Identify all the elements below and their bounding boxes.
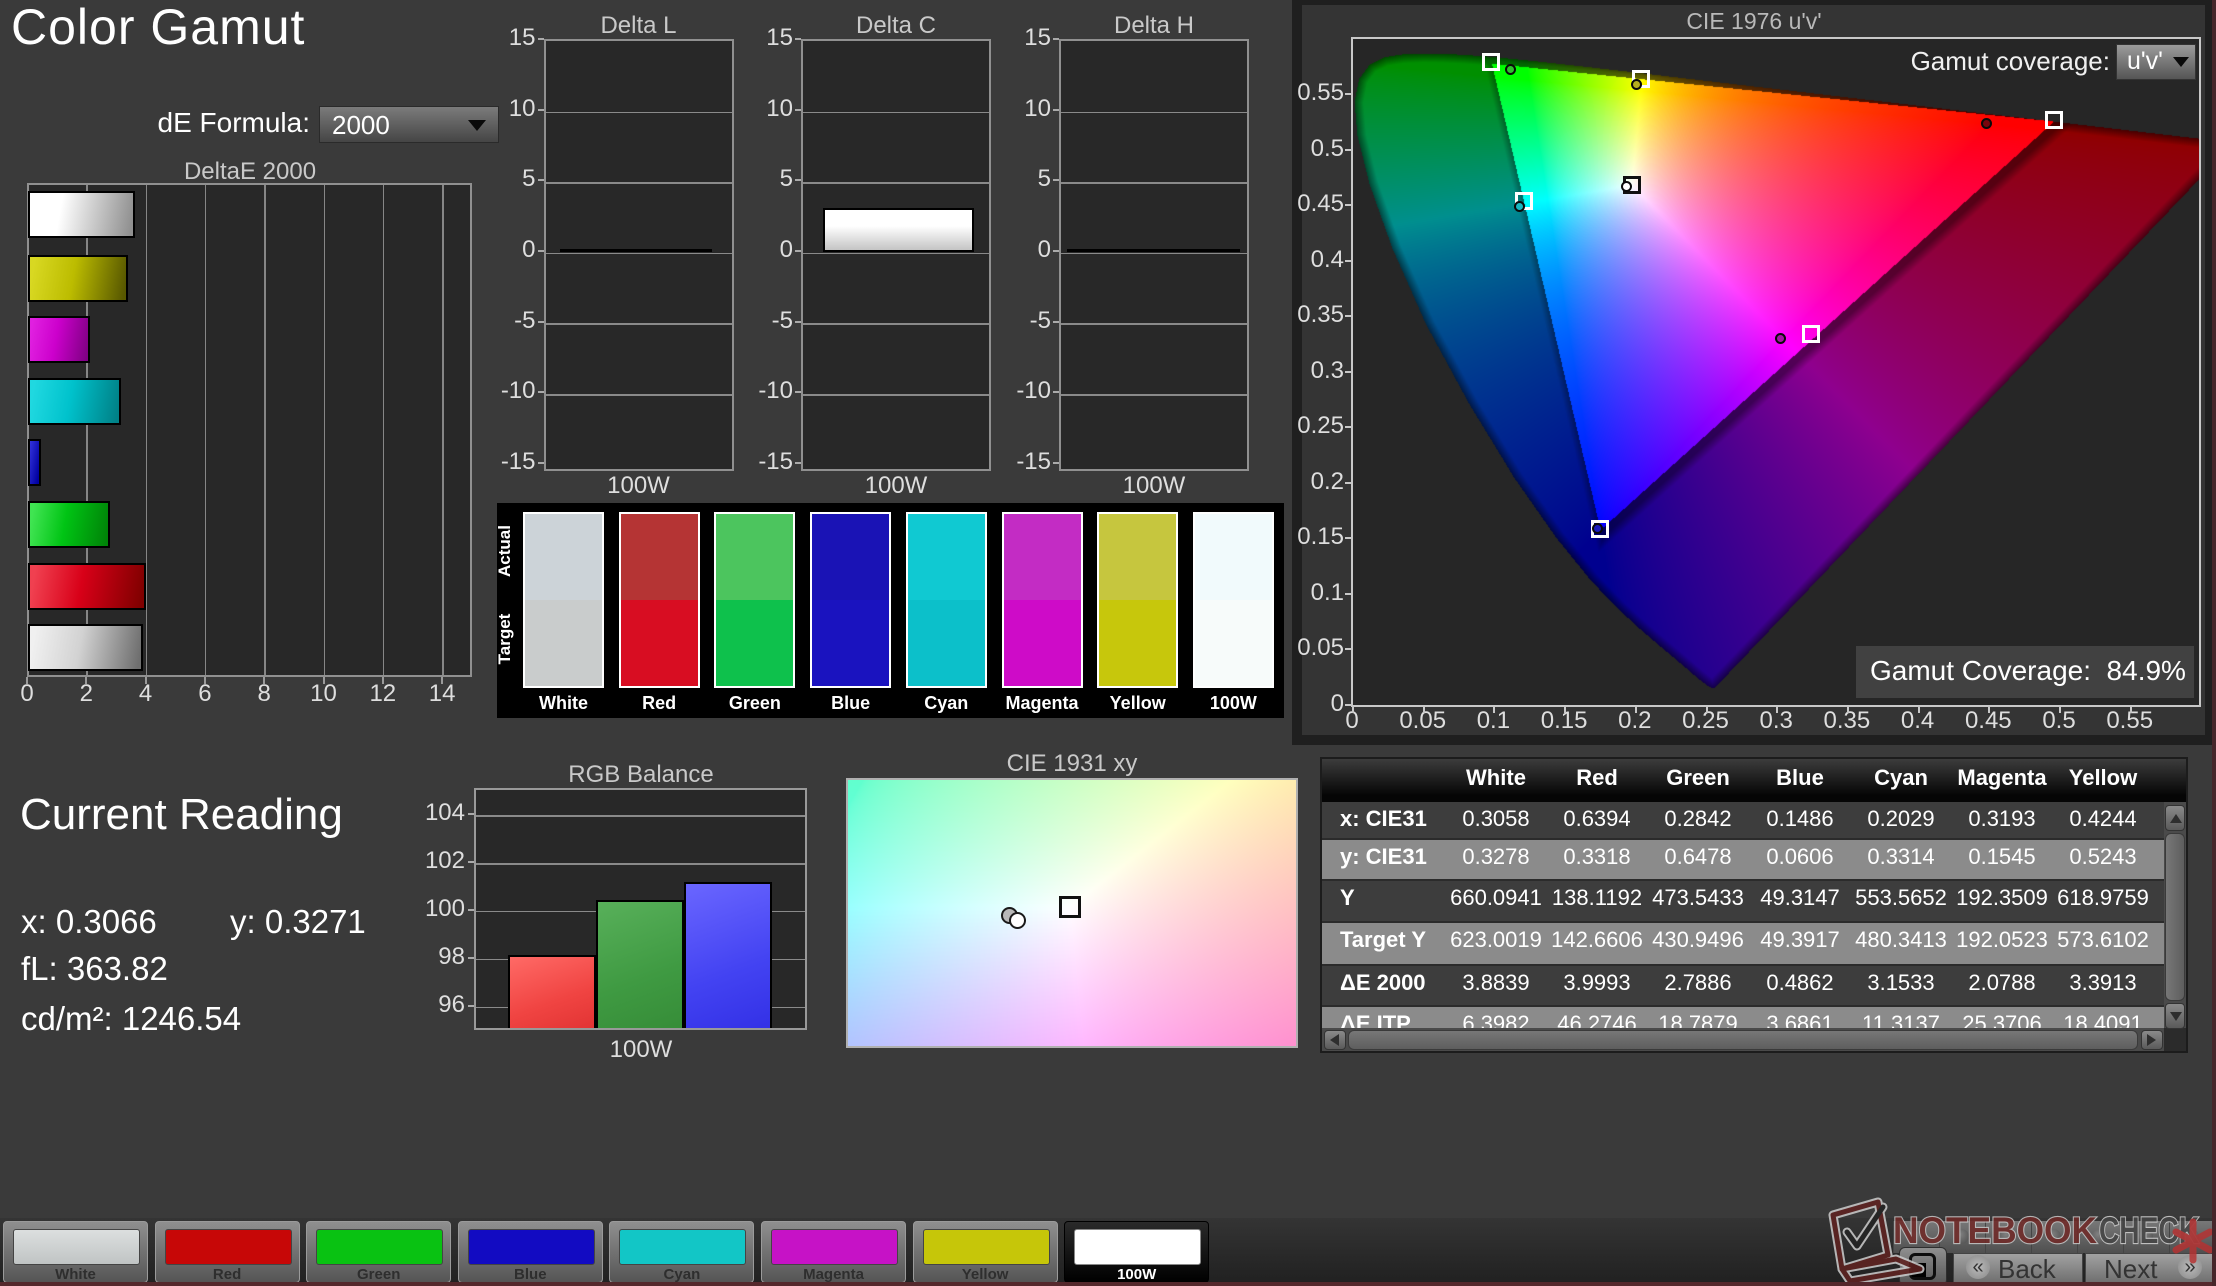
svg-text:NOTEBOOK: NOTEBOOK bbox=[1893, 1210, 2097, 1251]
